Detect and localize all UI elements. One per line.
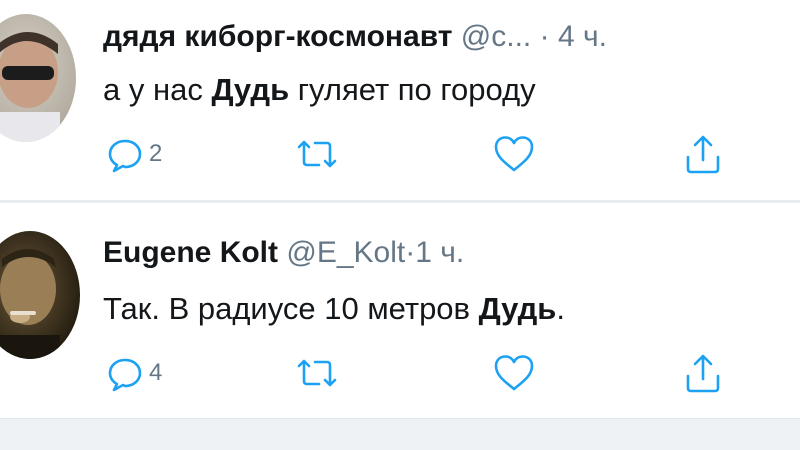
tweet-text-bold: Дудь xyxy=(211,72,290,107)
tweet-text: Так. В радиусе 10 метров Дудь. xyxy=(103,290,565,328)
tweet-actions: 2 xyxy=(0,132,800,176)
retweet-icon xyxy=(297,359,337,387)
tweet-actions: 4 xyxy=(0,351,800,395)
tweet-text-bold: Дудь xyxy=(478,291,557,326)
reply-button[interactable]: 2 xyxy=(105,132,162,176)
author-handle[interactable]: @E_Kolt xyxy=(286,236,405,269)
timestamp[interactable]: 4 ч. xyxy=(558,20,607,53)
avatar-photo xyxy=(0,14,76,142)
avatar[interactable] xyxy=(0,14,76,142)
share-button[interactable] xyxy=(683,132,723,176)
separator-dot: · xyxy=(405,236,416,269)
share-button[interactable] xyxy=(683,351,723,395)
tweet-text: а у нас Дудь гуляет по городу xyxy=(103,71,536,109)
retweet-icon xyxy=(297,140,337,168)
tweet-feed: дядя киборг-космонавт @с... · 4 ч. а у н… xyxy=(0,0,800,450)
like-button[interactable] xyxy=(492,351,536,395)
share-icon xyxy=(686,354,720,393)
retweet-button[interactable] xyxy=(295,132,339,176)
share-icon xyxy=(686,135,720,174)
like-icon xyxy=(494,355,534,391)
retweet-button[interactable] xyxy=(295,351,339,395)
reply-button[interactable]: 4 xyxy=(105,351,162,395)
reply-count: 2 xyxy=(149,140,163,167)
tweet-text-end: . xyxy=(556,291,565,326)
tweet-text-start: а у нас xyxy=(103,72,212,107)
tweet-header: дядя киборг-космонавт @с... · 4 ч. xyxy=(103,19,607,55)
tweet-text-end: гуляет по городу xyxy=(289,72,536,107)
tweet-header: Eugene Kolt @E_Kolt·1 ч. xyxy=(103,235,464,271)
avatar-photo xyxy=(0,231,80,359)
author-name[interactable]: дядя киборг-космонавт xyxy=(103,20,452,53)
author-name[interactable]: Eugene Kolt xyxy=(103,236,278,269)
timestamp[interactable]: 1 ч. xyxy=(415,236,464,269)
avatar[interactable] xyxy=(0,231,80,359)
reply-icon xyxy=(108,139,142,173)
tweet[interactable]: Eugene Kolt @E_Kolt·1 ч. Так. В радиусе … xyxy=(0,203,800,418)
separator-dot: · xyxy=(539,20,550,53)
author-handle[interactable]: @с... xyxy=(461,20,531,53)
like-icon xyxy=(494,136,534,172)
tweet-text-start: Так. В радиусе 10 метров xyxy=(103,291,479,326)
tweet[interactable]: дядя киборг-космонавт @с... · 4 ч. а у н… xyxy=(0,0,800,200)
feed-bottom-separator xyxy=(0,418,800,450)
like-button[interactable] xyxy=(492,132,536,176)
reply-count: 4 xyxy=(149,359,163,386)
reply-icon xyxy=(108,358,142,392)
